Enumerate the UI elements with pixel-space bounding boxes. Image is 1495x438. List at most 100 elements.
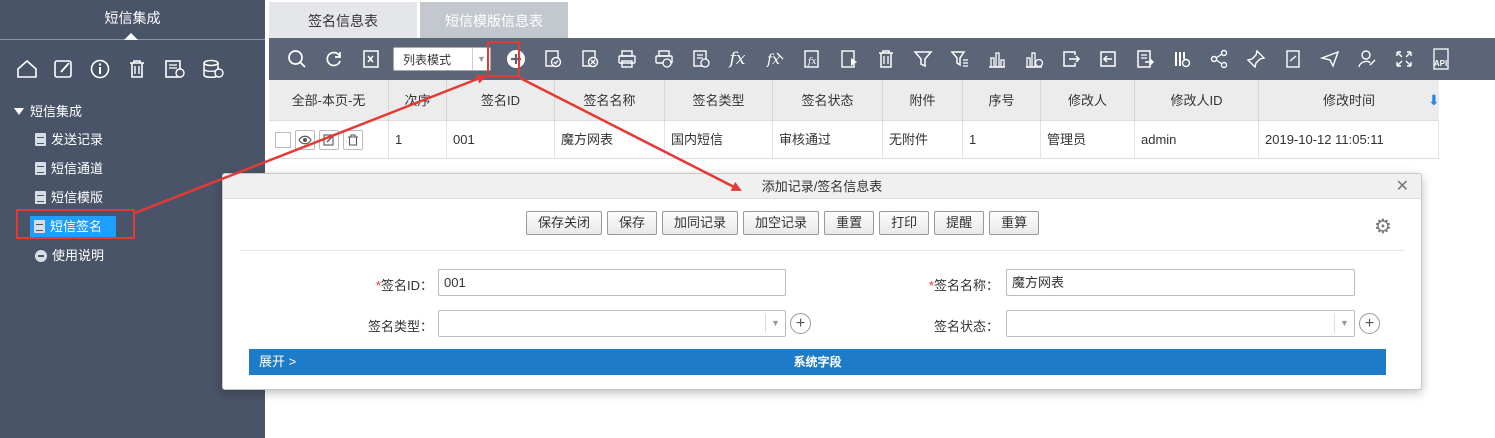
doc-export-icon[interactable]	[1126, 44, 1163, 74]
info-icon[interactable]	[90, 57, 127, 81]
filter-list-icon[interactable]	[941, 44, 978, 74]
play-doc-icon[interactable]	[830, 44, 867, 74]
view-icon[interactable]	[295, 130, 315, 150]
cell-order: 1	[389, 121, 447, 159]
formula-icon[interactable]: fx	[719, 44, 756, 74]
column-header-order[interactable]: 次序	[389, 80, 447, 121]
svg-text:fx: fx	[807, 57, 816, 67]
cell-sign-status: 审核通过	[773, 121, 883, 159]
document-icon	[35, 162, 46, 175]
column-header-sign-name[interactable]: 签名名称	[555, 80, 665, 121]
caret-up-icon	[124, 33, 138, 40]
column-header-modifier[interactable]: 修改人	[1041, 80, 1135, 121]
toolbar: 列表模式 ▼ fx fx fx API	[269, 38, 1495, 80]
dialog-button-bar: 保存关闭 保存 加同记录 加空记录 重置 打印 提醒 重算	[526, 211, 1040, 235]
pin-icon[interactable]	[1237, 44, 1274, 74]
print-button[interactable]: 打印	[879, 211, 930, 235]
chevron-down-icon[interactable]: ▼	[1334, 314, 1354, 333]
refresh-icon[interactable]	[315, 44, 352, 74]
reject-icon[interactable]	[571, 44, 608, 74]
tab-template-info[interactable]: 短信模版信息表	[420, 2, 568, 38]
print-add-icon[interactable]	[645, 44, 682, 74]
recalculate-button[interactable]: 重算	[989, 211, 1040, 235]
document-settings-icon[interactable]	[682, 44, 719, 74]
sidebar-item-send-records[interactable]: 发送记录	[0, 125, 265, 154]
tree-root-sms[interactable]: 短信集成	[0, 98, 265, 125]
formula-doc-icon[interactable]: fx	[793, 44, 830, 74]
send-icon[interactable]	[1311, 44, 1348, 74]
sign-status-select[interactable]: ▼	[1006, 310, 1355, 337]
doc-link-icon[interactable]	[1274, 44, 1311, 74]
formula-clear-icon[interactable]: fx	[756, 44, 793, 74]
column-header-modified-time[interactable]: 修改时间	[1259, 80, 1439, 121]
save-button[interactable]: 保存	[607, 211, 658, 235]
sign-type-label: 签名类型：	[367, 319, 433, 334]
trash-icon[interactable]	[127, 57, 164, 81]
table-header: 全部-本页-无 次序 签名ID 签名名称 签名类型 签名状态 附件 序号 修改人…	[269, 80, 1439, 121]
column-header-sign-id[interactable]: 签名ID	[447, 80, 555, 121]
bar-chart-icon[interactable]	[978, 44, 1015, 74]
sign-type-select[interactable]: ▼	[438, 310, 786, 337]
table-row[interactable]: 1 001 魔方网表 国内短信 审核通过 无附件 1 管理员 admin 201…	[269, 121, 1439, 159]
divider	[240, 250, 1405, 251]
tab-signature-info[interactable]: 签名信息表	[269, 2, 417, 38]
api-icon[interactable]: API	[1422, 44, 1459, 74]
column-header-select-all[interactable]: 全部-本页-无	[269, 80, 389, 121]
user-settings-icon[interactable]	[1348, 44, 1385, 74]
tab-bar: 签名信息表 短信模版信息表	[269, 2, 571, 38]
column-header-sign-type[interactable]: 签名类型	[665, 80, 773, 121]
import-arrow-icon[interactable]	[1089, 44, 1126, 74]
system-fields-bar[interactable]: 展开 > 系统字段	[249, 349, 1386, 375]
cell-modified-time: 2019-10-12 11:05:11	[1259, 121, 1439, 159]
row-checkbox[interactable]	[275, 132, 291, 148]
reset-button[interactable]: 重置	[824, 211, 875, 235]
excel-icon[interactable]	[352, 44, 389, 74]
sign-id-label: *签名ID：	[375, 278, 433, 293]
approve-icon[interactable]	[534, 44, 571, 74]
column-header-sign-status[interactable]: 签名状态	[773, 80, 883, 121]
home-icon[interactable]	[16, 57, 53, 81]
sign-name-field[interactable]: 魔方网表	[1006, 269, 1355, 296]
sign-name-label: *签名名称：	[928, 278, 999, 293]
print-icon[interactable]	[608, 44, 645, 74]
dialog-title: 添加记录/签名信息表	[761, 179, 883, 194]
add-same-record-button[interactable]: 加同记录	[662, 211, 739, 235]
view-mode-select[interactable]: 列表模式 ▼	[393, 47, 491, 71]
trash-icon[interactable]	[343, 130, 363, 150]
edit-icon[interactable]	[319, 130, 339, 150]
document-icon	[35, 133, 46, 146]
column-header-modifier-id[interactable]: 修改人ID	[1135, 80, 1259, 121]
minus-circle-icon	[35, 249, 47, 262]
remind-button[interactable]: 提醒	[934, 211, 985, 235]
sign-id-field[interactable]: 001	[438, 269, 786, 296]
export-icon[interactable]	[164, 57, 201, 81]
database-icon[interactable]	[201, 57, 238, 81]
add-sign-type-button[interactable]: +	[790, 313, 811, 334]
expand-triangle-icon[interactable]	[14, 108, 24, 115]
chart-settings-icon[interactable]	[1015, 44, 1052, 74]
column-view-icon[interactable]	[1163, 44, 1200, 74]
cell-modifier: 管理员	[1041, 121, 1135, 159]
fullscreen-icon[interactable]	[1385, 44, 1422, 74]
column-header-seq[interactable]: 序号	[963, 80, 1041, 121]
filter-icon[interactable]	[904, 44, 941, 74]
sign-status-label: 签名状态：	[933, 319, 999, 334]
cell-seq: 1	[963, 121, 1041, 159]
dialog-header: 添加记录/签名信息表 ✕	[223, 174, 1421, 199]
export-arrow-icon[interactable]	[1052, 44, 1089, 74]
delete-icon[interactable]	[867, 44, 904, 74]
system-fields-label: 系统字段	[793, 355, 842, 369]
sort-arrow-icon[interactable]: ⬇	[1428, 92, 1440, 109]
column-header-attachment[interactable]: 附件	[883, 80, 963, 121]
add-record-dialog: 添加记录/签名信息表 ✕ 保存关闭 保存 加同记录 加空记录 重置 打印 提醒 …	[222, 173, 1422, 390]
search-icon[interactable]	[278, 44, 315, 74]
cell-attachment: 无附件	[883, 121, 963, 159]
close-icon[interactable]: ✕	[1396, 174, 1409, 199]
share-icon[interactable]	[1200, 44, 1237, 74]
gear-icon[interactable]: ⚙	[1374, 214, 1392, 239]
chevron-down-icon[interactable]: ▼	[765, 314, 785, 333]
save-close-button[interactable]: 保存关闭	[526, 211, 603, 235]
edit-icon[interactable]	[53, 57, 90, 81]
add-sign-status-button[interactable]: +	[1359, 313, 1380, 334]
add-empty-record-button[interactable]: 加空记录	[743, 211, 820, 235]
